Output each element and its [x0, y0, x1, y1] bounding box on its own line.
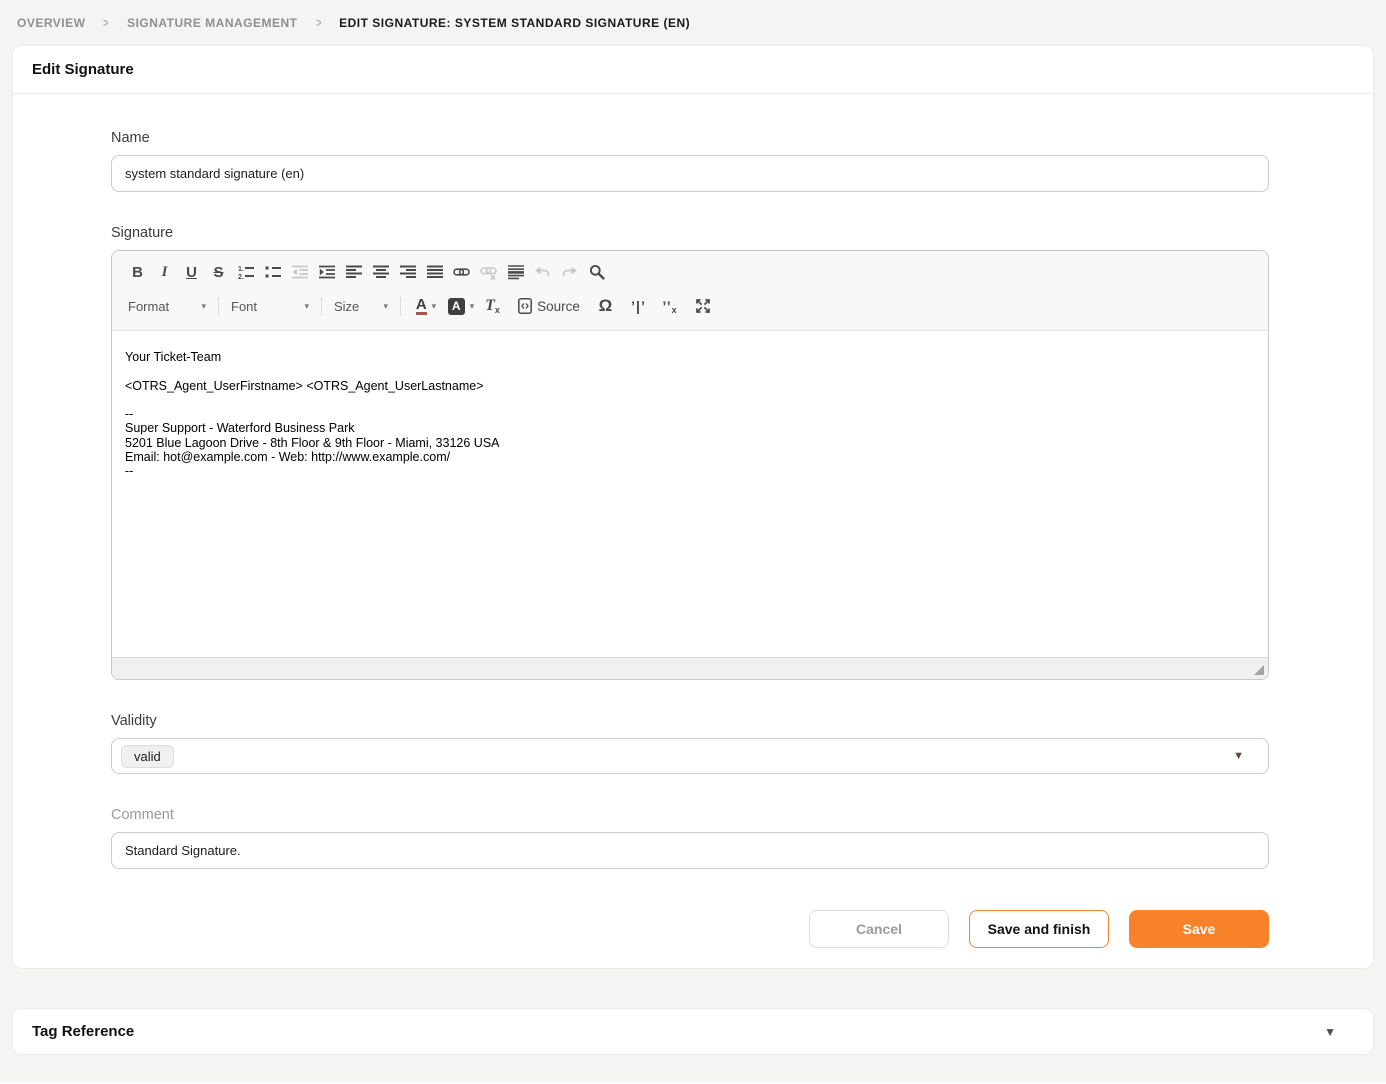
chevron-down-icon: ▾: [201, 301, 206, 312]
text-color-icon[interactable]: A ▾: [409, 293, 443, 320]
font-dropdown[interactable]: Font▾: [227, 299, 313, 314]
maximize-icon[interactable]: [689, 293, 716, 320]
signature-line: <OTRS_Agent_UserFirstname> <OTRS_Agent_U…: [125, 379, 1255, 393]
signature-editor-content[interactable]: Your Ticket-Team <OTRS_Agent_UserFirstna…: [112, 331, 1268, 657]
chevron-down-icon: ▾: [304, 301, 309, 312]
card-title: Edit Signature: [13, 46, 1373, 94]
comment-input[interactable]: [111, 832, 1269, 869]
find-icon[interactable]: [583, 259, 610, 286]
justify-icon[interactable]: [421, 259, 448, 286]
edit-signature-card: Edit Signature Name Signature B I U S 1.…: [12, 45, 1374, 969]
validity-selected-chip: valid: [121, 745, 174, 768]
align-right-icon[interactable]: [394, 259, 421, 286]
breadcrumb-current-page: EDIT SIGNATURE: SYSTEM STANDARD SIGNATUR…: [339, 16, 690, 30]
quote-icon[interactable]: ’|’: [625, 293, 652, 320]
chevron-down-icon: ▾: [383, 301, 388, 312]
signature-line: Email: hot@example.com - Web: http://www…: [125, 450, 1255, 464]
align-center-icon[interactable]: [367, 259, 394, 286]
bulleted-list-icon[interactable]: [259, 259, 286, 286]
background-color-icon[interactable]: A ▾: [443, 293, 479, 320]
source-button[interactable]: Source: [514, 293, 584, 320]
underline-icon[interactable]: U: [178, 259, 205, 286]
chevron-down-icon: ▾: [470, 301, 475, 312]
validity-select[interactable]: valid ▼: [111, 738, 1269, 774]
toolbar-separator: [400, 297, 401, 316]
redo-icon: [556, 259, 583, 286]
breadcrumb-overview[interactable]: OVERVIEW: [17, 16, 85, 30]
italic-icon[interactable]: I: [151, 259, 178, 286]
tag-reference-title: Tag Reference: [32, 1023, 134, 1040]
name-label: Name: [111, 130, 1269, 146]
editor-toolbar: B I U S 1. 2.: [112, 251, 1268, 331]
richtext-editor: B I U S 1. 2.: [111, 250, 1269, 680]
size-dropdown[interactable]: Size▾: [330, 299, 392, 314]
toolbar-row-2: Format▾ Font▾ Size▾ A ▾: [124, 289, 1256, 323]
chevron-right-icon: >: [104, 15, 109, 30]
chevron-down-icon: ▼: [1233, 750, 1244, 762]
chevron-down-icon: ▾: [432, 301, 437, 312]
card-body: Name Signature B I U S 1. 2.: [13, 94, 1373, 968]
decrease-indent-icon: [286, 259, 313, 286]
undo-icon: [529, 259, 556, 286]
resize-handle-icon[interactable]: [1254, 665, 1264, 675]
signature-line: [125, 364, 1255, 378]
remove-quote-icon[interactable]: ’’x: [656, 293, 683, 320]
signature-line: Your Ticket-Team: [125, 350, 1255, 364]
unlink-icon: [475, 259, 502, 286]
format-dropdown[interactable]: Format▾: [124, 299, 210, 314]
strikethrough-icon[interactable]: S: [205, 259, 232, 286]
bold-icon[interactable]: B: [124, 259, 151, 286]
toolbar-separator: [321, 297, 322, 316]
action-buttons: Cancel Save and finish Save: [111, 910, 1269, 948]
signature-label: Signature: [111, 225, 1269, 241]
cancel-button[interactable]: Cancel: [809, 910, 949, 948]
name-input[interactable]: [111, 155, 1269, 192]
chevron-down-icon: ▼: [1324, 1025, 1336, 1039]
signature-line: --: [125, 407, 1255, 421]
increase-indent-icon[interactable]: [313, 259, 340, 286]
numbered-list-icon[interactable]: 1. 2.: [232, 259, 259, 286]
svg-text:1.: 1.: [238, 266, 244, 273]
source-icon: [518, 298, 532, 314]
signature-line: Super Support - Waterford Business Park: [125, 421, 1255, 435]
save-and-finish-button[interactable]: Save and finish: [969, 910, 1109, 948]
tag-reference-expander[interactable]: Tag Reference ▼: [12, 1008, 1374, 1055]
chevron-right-icon: >: [316, 15, 321, 30]
breadcrumb-signature-management[interactable]: SIGNATURE MANAGEMENT: [127, 16, 297, 30]
toolbar-row-1: B I U S 1. 2.: [124, 255, 1256, 289]
comment-label: Comment: [111, 807, 1269, 823]
editor-status-bar: [112, 657, 1268, 679]
toolbar-separator: [218, 297, 219, 316]
svg-text:2.: 2.: [238, 274, 244, 280]
horizontal-rule-icon[interactable]: [502, 259, 529, 286]
align-left-icon[interactable]: [340, 259, 367, 286]
save-button[interactable]: Save: [1129, 910, 1269, 948]
special-character-icon[interactable]: Ω: [592, 293, 619, 320]
signature-line: --: [125, 464, 1255, 478]
signature-line: [125, 393, 1255, 407]
signature-line: 5201 Blue Lagoon Drive - 8th Floor & 9th…: [125, 436, 1255, 450]
link-icon[interactable]: [448, 259, 475, 286]
validity-label: Validity: [111, 713, 1269, 729]
remove-format-icon[interactable]: Tx: [479, 293, 506, 320]
breadcrumb: OVERVIEW > SIGNATURE MANAGEMENT > EDIT S…: [0, 0, 1386, 45]
